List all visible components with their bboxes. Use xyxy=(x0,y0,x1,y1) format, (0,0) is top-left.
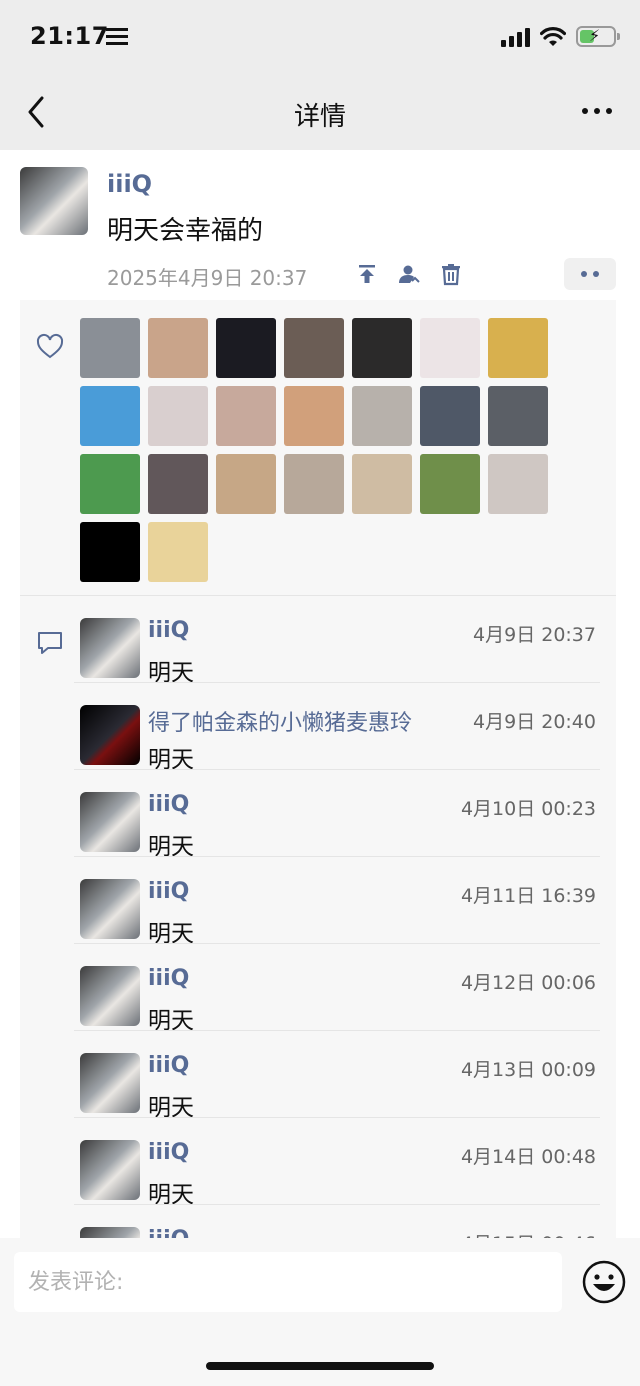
liker-avatar[interactable] xyxy=(420,386,480,446)
commenter-name[interactable]: 得了帕金森的小懒猪麦惠玲 xyxy=(148,705,412,737)
post-more-button[interactable] xyxy=(564,258,616,290)
page-title: 详情 xyxy=(293,102,346,132)
liker-avatar[interactable] xyxy=(148,454,208,514)
liker-avatar[interactable] xyxy=(420,454,480,514)
liker-avatar[interactable] xyxy=(216,454,276,514)
comment-bar xyxy=(0,1238,640,1386)
commenter-avatar[interactable] xyxy=(80,879,140,939)
commenter-name[interactable]: iiiQ xyxy=(148,966,189,991)
commenter-name[interactable]: iiiQ xyxy=(148,792,189,817)
liker-avatar[interactable] xyxy=(148,318,208,378)
comment-item[interactable]: iiiQ 4月13日 00:09 明天 xyxy=(74,1031,600,1121)
liker-avatar[interactable] xyxy=(148,386,208,446)
top-bar: 21:17 ⚡ 详情 xyxy=(0,0,640,150)
signal-icon xyxy=(501,27,530,47)
commenter-avatar[interactable] xyxy=(80,1053,140,1113)
liker-avatar[interactable] xyxy=(284,386,344,446)
liker-avatar[interactable] xyxy=(420,318,480,378)
comment-item[interactable]: 得了帕金森的小懒猪麦惠玲 4月9日 20:40 明天 xyxy=(74,683,600,773)
author-name[interactable]: iiiQ xyxy=(107,170,152,198)
liker-avatar[interactable] xyxy=(352,386,412,446)
liker-avatar[interactable] xyxy=(80,522,140,582)
comment-item[interactable]: iiiQ 4月9日 20:37 明天 xyxy=(74,596,600,686)
post-text: 明天会幸福的 xyxy=(107,216,264,246)
liker-avatar[interactable] xyxy=(216,318,276,378)
status-icons: ⚡ xyxy=(501,26,620,47)
likes-section xyxy=(20,300,616,596)
battery-icon: ⚡ xyxy=(576,26,620,47)
liker-avatar[interactable] xyxy=(284,454,344,514)
commenter-name[interactable]: iiiQ xyxy=(148,1140,189,1165)
liker-avatar[interactable] xyxy=(488,318,548,378)
comment-item[interactable]: iiiQ 4月14日 00:48 明天 xyxy=(74,1118,600,1208)
author-avatar[interactable] xyxy=(20,167,88,235)
comment-time: 4月9日 20:37 xyxy=(473,624,596,646)
liker-avatar[interactable] xyxy=(488,386,548,446)
comment-time: 4月12日 00:06 xyxy=(460,972,596,994)
commenter-avatar[interactable] xyxy=(80,618,140,678)
liker-avatar[interactable] xyxy=(352,318,412,378)
comment-item[interactable]: iiiQ 4月10日 00:23 明天 xyxy=(74,770,600,860)
comment-time: 4月13日 00:09 xyxy=(460,1059,596,1081)
post-timestamp: 2025年4月9日 20:37 xyxy=(107,266,308,290)
commenter-avatar[interactable] xyxy=(80,705,140,765)
list-icon xyxy=(106,28,128,46)
commenter-avatar[interactable] xyxy=(80,966,140,1026)
commenter-name[interactable]: iiiQ xyxy=(148,879,189,904)
wifi-icon xyxy=(540,26,566,46)
liker-avatar[interactable] xyxy=(352,454,412,514)
comment-item[interactable]: iiiQ4月15日 00:46 xyxy=(74,1205,600,1240)
comment-item[interactable]: iiiQ 4月12日 00:06 明天 xyxy=(74,944,600,1034)
heart-icon xyxy=(36,333,64,359)
home-indicator xyxy=(206,1362,434,1370)
liker-avatar[interactable] xyxy=(80,318,140,378)
interaction-panel: iiiQ 4月9日 20:37 明天 得了帕金森的小懒猪麦惠玲 4月9日 20:40 明天… xyxy=(20,300,616,1240)
comment-icon xyxy=(38,632,62,654)
comment-time: 4月10日 00:23 xyxy=(460,798,596,820)
commenter-name[interactable]: iiiQ xyxy=(148,618,189,643)
liker-avatar[interactable] xyxy=(284,318,344,378)
emoji-icon[interactable] xyxy=(582,1260,626,1304)
comment-input[interactable] xyxy=(14,1252,562,1312)
more-icon[interactable] xyxy=(582,108,612,114)
visibility-icon[interactable] xyxy=(397,262,421,286)
liker-avatar[interactable] xyxy=(80,386,140,446)
pin-icon[interactable] xyxy=(355,262,379,286)
status-time: 21:17 xyxy=(30,22,109,50)
liker-avatar[interactable] xyxy=(80,454,140,514)
commenter-avatar[interactable] xyxy=(80,792,140,852)
liker-avatar[interactable] xyxy=(216,386,276,446)
liker-avatar[interactable] xyxy=(488,454,548,514)
comment-time: 4月14日 00:48 xyxy=(460,1146,596,1168)
post-actions xyxy=(355,262,463,286)
commenter-avatar[interactable] xyxy=(80,1140,140,1200)
delete-icon[interactable] xyxy=(439,262,463,286)
commenter-name[interactable]: iiiQ xyxy=(148,1053,189,1078)
comment-time: 4月9日 20:40 xyxy=(473,711,596,733)
liker-avatar[interactable] xyxy=(148,522,208,582)
comment-item[interactable]: iiiQ 4月11日 16:39 明天 xyxy=(74,857,600,947)
comment-time: 4月11日 16:39 xyxy=(460,885,596,907)
